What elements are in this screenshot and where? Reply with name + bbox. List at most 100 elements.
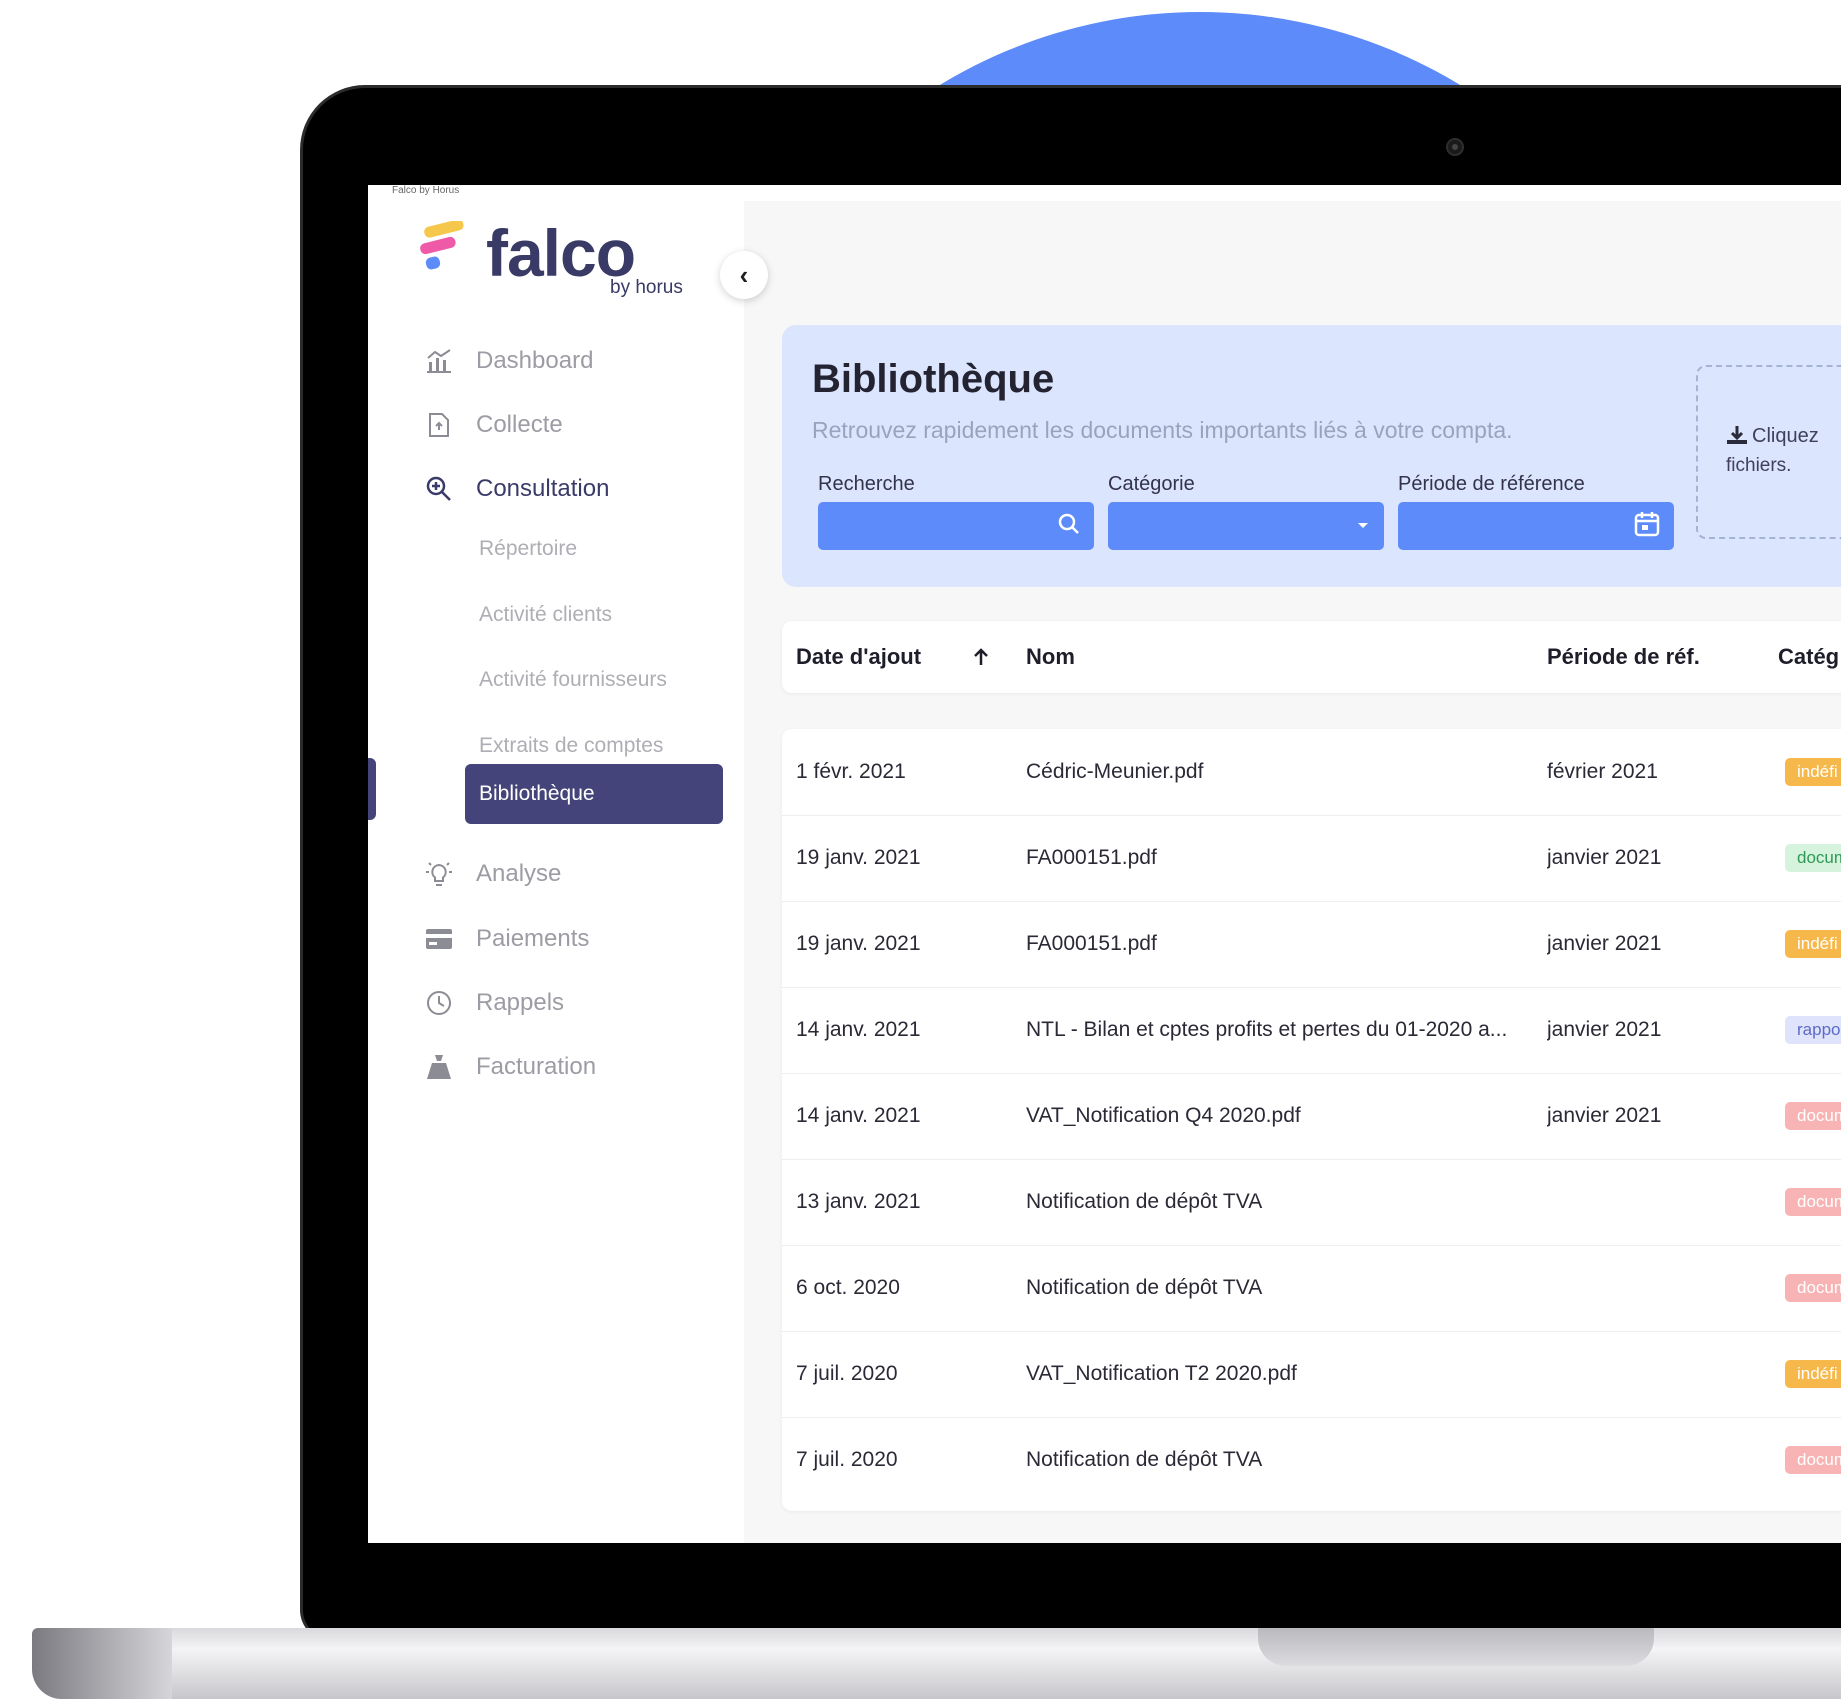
cell-name[interactable]: Notification de dépôt TVA (1026, 1159, 1526, 1245)
zoom-in-icon (424, 474, 454, 504)
chart-icon (424, 346, 454, 376)
category-badge: rappo (1785, 1016, 1841, 1044)
camera-icon (1448, 140, 1462, 154)
logo-tagline: by horus (610, 277, 683, 298)
app-screen: Falco by Horus falco by horus Dashboard … (368, 185, 1841, 1543)
caret-down-icon (1356, 517, 1370, 535)
cell-name[interactable]: FA000151.pdf (1026, 815, 1526, 901)
page-subtitle: Retrouvez rapidement les documents impor… (812, 417, 1513, 443)
cell-period: janvier 2021 (1547, 1018, 1662, 1041)
laptop-notch (1258, 1628, 1654, 1666)
library-header: Bibliothèque Retrouvez rapidement les do… (782, 325, 1841, 587)
column-header-name[interactable]: Nom (1026, 621, 1075, 693)
cell-period: janvier 2021 (1547, 846, 1662, 869)
table-row[interactable]: 14 janv. 2021 NTL - Bilan et cptes profi… (782, 987, 1841, 1074)
cell-name[interactable]: Cédric-Meunier.pdf (1026, 729, 1526, 815)
sidebar-item-label: Consultation (476, 475, 610, 502)
sidebar-item-consultation[interactable]: Consultation (424, 469, 609, 509)
category-badge: indéfi (1785, 1360, 1841, 1388)
category-badge: docum (1785, 1102, 1841, 1130)
cell-date: 19 janv. 2021 (796, 932, 921, 955)
sidebar-item-analyse[interactable]: Analyse (424, 854, 561, 894)
clock-icon (424, 988, 454, 1018)
cell-name[interactable]: Notification de dépôt TVA (1026, 1245, 1526, 1331)
table-row[interactable]: 13 janv. 2021 Notification de dépôt TVA … (782, 1159, 1841, 1246)
cell-date: 1 févr. 2021 (796, 760, 906, 783)
sidebar-item-paiements[interactable]: Paiements (424, 919, 589, 959)
documents-table: 1 févr. 2021 Cédric-Meunier.pdf février … (782, 729, 1841, 1511)
period-label: Période de référence (1398, 473, 1585, 495)
upload-dropzone[interactable]: Cliquez fichiers. (1696, 365, 1841, 539)
table-row[interactable]: 7 juil. 2020 Notification de dépôt TVA d… (782, 1417, 1841, 1503)
category-badge: docum (1785, 844, 1841, 872)
upload-text-line1: Cliquez (1752, 425, 1819, 447)
sidebar-item-label: Dashboard (476, 347, 594, 374)
column-header-date[interactable]: Date d'ajout (796, 621, 921, 693)
cell-date: 6 oct. 2020 (796, 1276, 900, 1299)
table-row[interactable]: 14 janv. 2021 VAT_Notification Q4 2020.p… (782, 1073, 1841, 1160)
chevron-left-icon: ‹ (739, 259, 749, 290)
sidebar-subitem-activite-fournisseurs[interactable]: Activité fournisseurs (479, 662, 667, 698)
cell-date: 14 janv. 2021 (796, 1104, 921, 1127)
page-title: Bibliothèque (812, 357, 1055, 401)
credit-card-icon (424, 924, 454, 954)
active-indicator (368, 758, 376, 820)
sort-ascending-icon[interactable] (972, 621, 990, 693)
table-row[interactable]: 7 juil. 2020 VAT_Notification T2 2020.pd… (782, 1331, 1841, 1418)
sidebar-item-rappels[interactable]: Rappels (424, 983, 564, 1023)
cell-name[interactable]: FA000151.pdf (1026, 901, 1526, 987)
table-header: Date d'ajout Nom Période de réf. Catég (782, 621, 1841, 693)
cell-period: février 2021 (1547, 760, 1658, 783)
sidebar-subitem-repertoire[interactable]: Répertoire (479, 531, 577, 567)
category-badge: docum (1785, 1446, 1841, 1474)
sidebar-item-label: Facturation (476, 1053, 597, 1080)
cell-name[interactable]: VAT_Notification T2 2020.pdf (1026, 1331, 1526, 1417)
search-label: Recherche (818, 473, 915, 495)
file-upload-icon (424, 410, 454, 440)
cell-date: 13 janv. 2021 (796, 1190, 921, 1213)
sidebar-subitem-activite-clients[interactable]: Activité clients (479, 597, 612, 633)
money-bag-icon (424, 1052, 454, 1082)
sidebar-item-facturation[interactable]: Facturation (424, 1047, 596, 1087)
cell-date: 7 juil. 2020 (796, 1448, 898, 1471)
search-input[interactable] (818, 502, 1094, 550)
search-icon (1058, 513, 1080, 540)
collapse-sidebar-button[interactable]: ‹ (720, 251, 768, 299)
sidebar-item-collecte[interactable]: Collecte (424, 405, 563, 445)
calendar-icon (1634, 511, 1660, 542)
category-badge: indéfi (1785, 930, 1841, 958)
period-date-input[interactable] (1398, 502, 1674, 550)
column-header-period[interactable]: Période de réf. (1547, 621, 1700, 693)
sidebar-item-dashboard[interactable]: Dashboard (424, 341, 593, 381)
category-badge: docum (1785, 1188, 1841, 1216)
sidebar-item-label: Rappels (476, 989, 565, 1016)
category-label: Catégorie (1108, 473, 1195, 495)
cell-name[interactable]: Notification de dépôt TVA (1026, 1417, 1526, 1503)
sidebar-subitem-extraits-de-comptes[interactable]: Extraits de comptes (479, 728, 663, 764)
browser-tab: Falco by Horus (368, 185, 1841, 201)
sidebar: falco by horus Dashboard Collecte Consul… (368, 201, 744, 1543)
upload-text-line2: fichiers. (1726, 455, 1792, 476)
cell-date: 7 juil. 2020 (796, 1362, 898, 1385)
category-badge: indéfi (1785, 758, 1841, 786)
cell-date: 14 janv. 2021 (796, 1018, 921, 1041)
table-row[interactable]: 1 févr. 2021 Cédric-Meunier.pdf février … (782, 729, 1841, 816)
category-select[interactable] (1108, 502, 1384, 550)
column-header-category[interactable]: Catég (1778, 621, 1839, 693)
falco-logo-icon (420, 221, 464, 270)
cell-name[interactable]: NTL - Bilan et cptes profits et pertes d… (1026, 987, 1536, 1073)
browser-tab-title: Falco by Horus (392, 185, 460, 196)
cell-period: janvier 2021 (1547, 932, 1662, 955)
cell-period: janvier 2021 (1547, 1104, 1662, 1127)
download-icon (1727, 426, 1747, 444)
sidebar-item-label: Collecte (476, 411, 563, 438)
sidebar-item-label: Paiements (476, 925, 590, 952)
sidebar-item-label: Analyse (476, 860, 562, 887)
table-row[interactable]: 6 oct. 2020 Notification de dépôt TVA do… (782, 1245, 1841, 1332)
table-row[interactable]: 19 janv. 2021 FA000151.pdf janvier 2021 … (782, 901, 1841, 988)
cell-date: 19 janv. 2021 (796, 846, 921, 869)
cell-name[interactable]: VAT_Notification Q4 2020.pdf (1026, 1073, 1526, 1159)
lightbulb-icon (424, 859, 454, 889)
table-row[interactable]: 19 janv. 2021 FA000151.pdf janvier 2021 … (782, 815, 1841, 902)
sidebar-subitem-bibliotheque[interactable]: Bibliothèque (465, 764, 723, 824)
